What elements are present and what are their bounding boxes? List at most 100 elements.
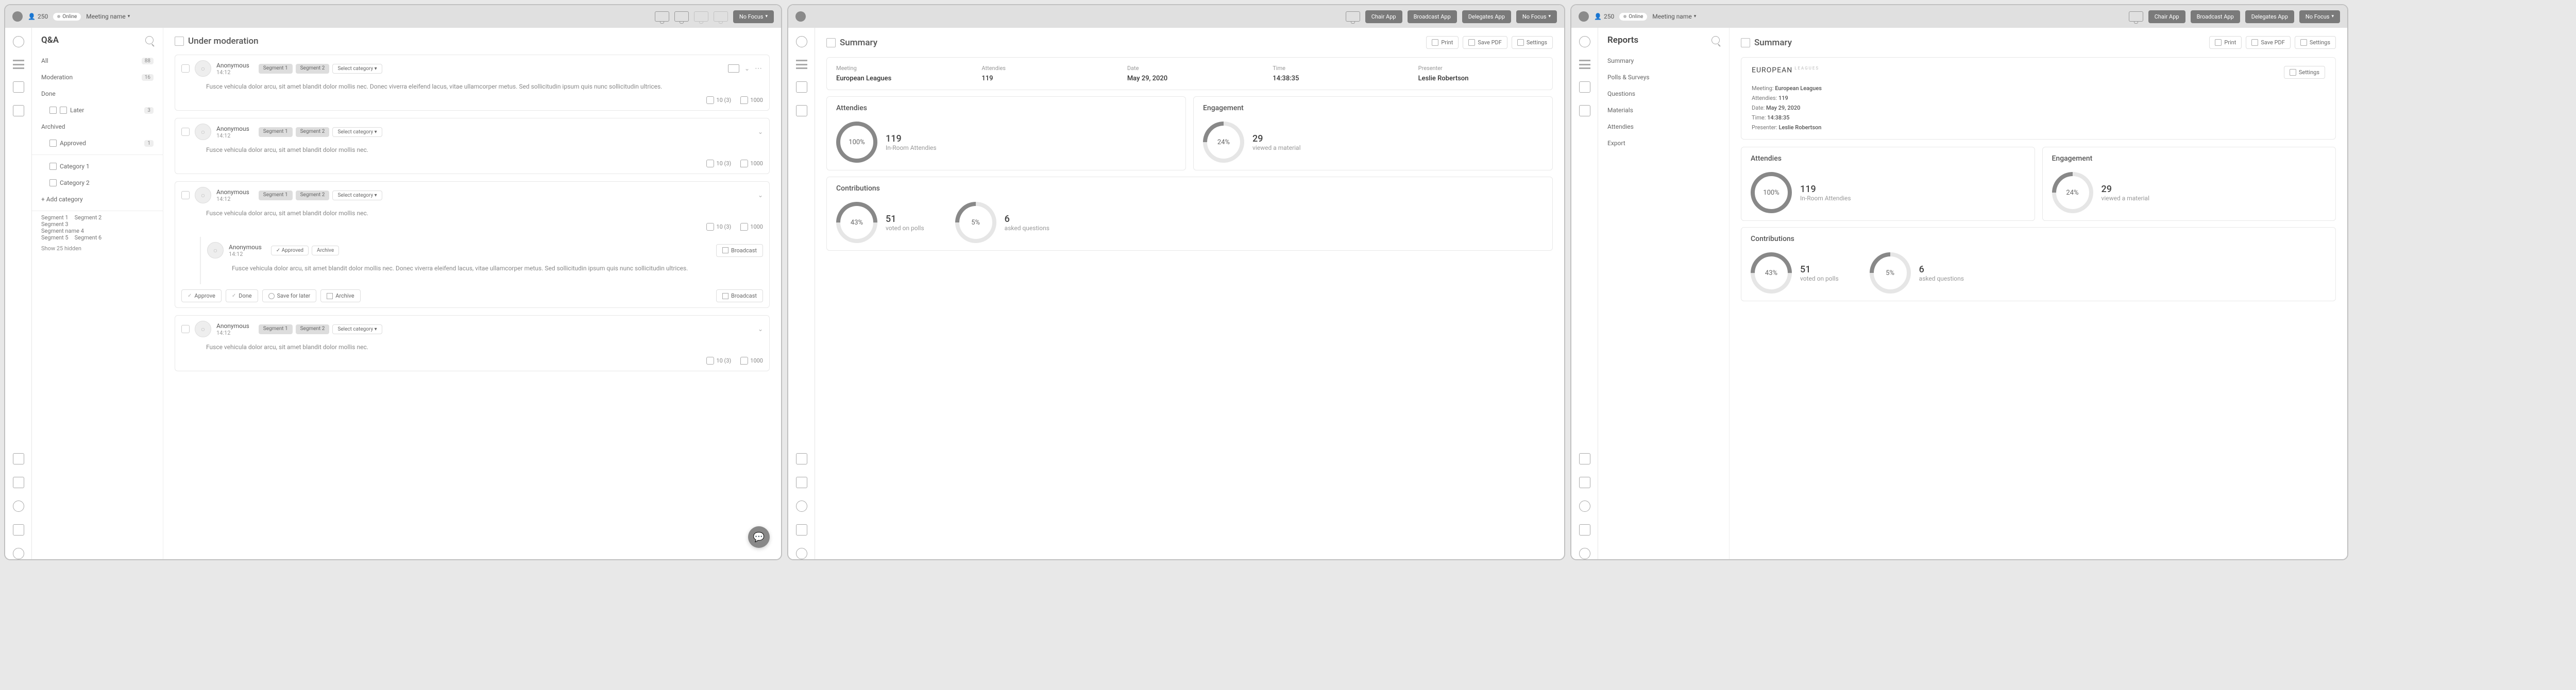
likes-count[interactable]: 1000 bbox=[740, 223, 763, 231]
settings-button[interactable]: Settings bbox=[2284, 66, 2325, 79]
rail-polls-icon[interactable] bbox=[796, 60, 807, 69]
delegates-app-button[interactable]: Delegates App bbox=[2245, 10, 2294, 23]
category-1[interactable]: Category 1 bbox=[32, 158, 163, 175]
broadcast-button[interactable]: Broadcast bbox=[716, 244, 763, 257]
rail-polls-icon[interactable] bbox=[1579, 60, 1590, 69]
meeting-name-dropdown[interactable]: Meeting name bbox=[86, 13, 130, 20]
rail-grid-icon[interactable] bbox=[1579, 453, 1590, 464]
rail-layout-icon[interactable] bbox=[796, 524, 807, 536]
segment-tag[interactable]: Segment 2 bbox=[296, 191, 330, 200]
select-checkbox[interactable] bbox=[181, 191, 190, 199]
rail-polls-icon[interactable] bbox=[13, 60, 24, 69]
filter-moderation[interactable]: Moderation16 bbox=[32, 69, 163, 85]
likes-count[interactable]: 1000 bbox=[740, 96, 763, 104]
category-2[interactable]: Category 2 bbox=[32, 175, 163, 191]
rail-docs-icon[interactable] bbox=[1579, 105, 1590, 116]
no-focus-button[interactable]: No Focus bbox=[2299, 10, 2340, 23]
screen-icon[interactable] bbox=[655, 11, 669, 22]
segment-tag[interactable]: Segment 1 bbox=[259, 64, 293, 74]
app-menu-dot[interactable] bbox=[1579, 11, 1589, 22]
nav-attendees[interactable]: Attendies bbox=[1598, 118, 1729, 135]
segment-3[interactable]: Segment 3 bbox=[41, 221, 69, 228]
screen-icon-4[interactable] bbox=[714, 11, 728, 22]
archive-button[interactable]: Archive bbox=[320, 289, 360, 302]
rail-home-icon[interactable] bbox=[13, 36, 24, 47]
select-category-dropdown[interactable]: Select category bbox=[332, 127, 382, 137]
nav-summary[interactable]: Summary bbox=[1598, 53, 1729, 69]
rail-agenda-icon[interactable] bbox=[13, 81, 24, 93]
comments-count[interactable]: 10 (3) bbox=[706, 96, 731, 104]
comments-count[interactable]: 10 (3) bbox=[706, 160, 731, 167]
chair-app-button[interactable]: Chair App bbox=[2148, 10, 2185, 23]
select-checkbox[interactable] bbox=[181, 64, 190, 73]
rail-grid-icon[interactable] bbox=[13, 453, 24, 464]
segment-2[interactable]: Segment 2 bbox=[75, 214, 102, 221]
segment-tag[interactable]: Segment 1 bbox=[259, 191, 293, 200]
save-later-button[interactable]: Save for later bbox=[262, 289, 317, 302]
meeting-name-dropdown[interactable]: Meeting name bbox=[1652, 13, 1696, 20]
more-icon[interactable]: ⋯ bbox=[755, 64, 763, 73]
segment-1[interactable]: Segment 1 bbox=[41, 214, 69, 221]
broadcast-app-button[interactable]: Broadcast App bbox=[1408, 10, 1457, 23]
screen-icon[interactable] bbox=[1346, 11, 1360, 22]
screen-icon[interactable] bbox=[728, 64, 739, 73]
settings-button[interactable]: Settings bbox=[2295, 36, 2336, 49]
segment-4[interactable]: Segment name 4 bbox=[41, 228, 84, 234]
rail-docs-icon[interactable] bbox=[13, 105, 24, 116]
filter-archived[interactable]: Archived bbox=[32, 118, 163, 135]
save-pdf-button[interactable]: Save PDF bbox=[1463, 36, 1507, 49]
segment-5[interactable]: Segment 5 bbox=[41, 234, 69, 241]
rail-users-icon[interactable] bbox=[1579, 501, 1590, 512]
show-hidden[interactable]: Show 25 hidden bbox=[32, 241, 163, 256]
print-button[interactable]: Print bbox=[1426, 36, 1459, 49]
screen-icon[interactable] bbox=[2129, 11, 2143, 22]
rail-agenda-icon[interactable] bbox=[796, 81, 807, 93]
filter-all[interactable]: All88 bbox=[32, 53, 163, 69]
chevron-down-icon[interactable]: ⌄ bbox=[758, 192, 763, 199]
rail-settings-icon[interactable] bbox=[13, 548, 24, 559]
rail-home-icon[interactable] bbox=[1579, 36, 1590, 47]
delegates-app-button[interactable]: Delegates App bbox=[1462, 10, 1511, 23]
broadcast-app-button[interactable]: Broadcast App bbox=[2191, 10, 2240, 23]
add-category[interactable]: + Add category bbox=[32, 191, 163, 208]
select-category-dropdown[interactable]: Select category bbox=[332, 324, 382, 334]
segment-tag[interactable]: Segment 2 bbox=[296, 127, 330, 137]
no-focus-button[interactable]: No Focus bbox=[1516, 10, 1557, 23]
chevron-down-icon[interactable]: ⌄ bbox=[758, 325, 763, 333]
rail-home-icon[interactable] bbox=[796, 36, 807, 47]
filter-later[interactable]: Later3 bbox=[32, 102, 163, 118]
comments-count[interactable]: 10 (3) bbox=[706, 357, 731, 365]
rail-settings-icon[interactable] bbox=[796, 548, 807, 559]
rail-users-icon[interactable] bbox=[13, 501, 24, 512]
segment-tag[interactable]: Segment 1 bbox=[259, 324, 293, 334]
chair-app-button[interactable]: Chair App bbox=[1365, 10, 1402, 23]
settings-button[interactable]: Settings bbox=[1512, 36, 1553, 49]
chevron-down-icon[interactable]: ⌄ bbox=[758, 128, 763, 135]
approve-button[interactable]: Approve bbox=[181, 289, 222, 302]
likes-count[interactable]: 1000 bbox=[740, 160, 763, 167]
filter-done[interactable]: Done bbox=[32, 85, 163, 102]
segment-6[interactable]: Segment 6 bbox=[75, 234, 102, 241]
rail-grid-icon[interactable] bbox=[796, 453, 807, 464]
nav-materials[interactable]: Materials bbox=[1598, 102, 1729, 118]
select-checkbox[interactable] bbox=[181, 325, 190, 333]
app-menu-dot[interactable] bbox=[795, 11, 806, 22]
likes-count[interactable]: 1000 bbox=[740, 357, 763, 365]
segment-tag[interactable]: Segment 1 bbox=[259, 127, 293, 137]
screen-icon-2[interactable] bbox=[674, 11, 689, 22]
done-button[interactable]: Done bbox=[226, 289, 258, 302]
app-menu-dot[interactable] bbox=[12, 11, 23, 22]
nav-questions[interactable]: Questions bbox=[1598, 85, 1729, 102]
segment-tag[interactable]: Segment 2 bbox=[296, 64, 330, 74]
rail-mail-icon[interactable] bbox=[1579, 477, 1590, 488]
nav-polls[interactable]: Polls & Surveys bbox=[1598, 69, 1729, 85]
rail-docs-icon[interactable] bbox=[796, 105, 807, 116]
filter-approved[interactable]: Approved1 bbox=[32, 135, 163, 151]
comments-count[interactable]: 10 (3) bbox=[706, 223, 731, 231]
rail-settings-icon[interactable] bbox=[1579, 548, 1590, 559]
broadcast-button[interactable]: Broadcast bbox=[716, 289, 763, 302]
chat-fab[interactable]: 💬 bbox=[748, 526, 770, 548]
no-focus-button[interactable]: No Focus bbox=[733, 10, 774, 23]
screen-icon-3[interactable] bbox=[694, 11, 708, 22]
rail-layout-icon[interactable] bbox=[13, 524, 24, 536]
